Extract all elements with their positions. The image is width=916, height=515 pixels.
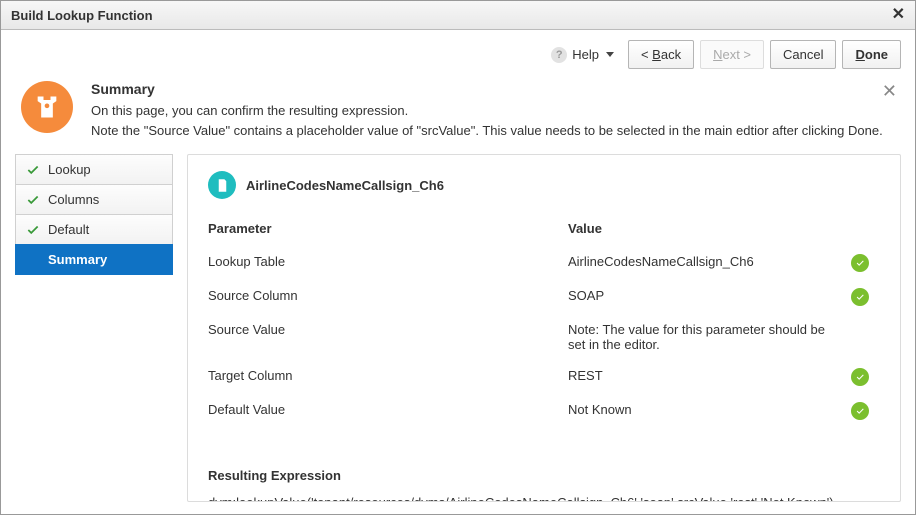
- resulting-expression: dvm:lookupValue('tenant/resources/dvms/A…: [208, 495, 880, 502]
- wizard-step-label: Default: [48, 222, 89, 237]
- param-value: Note: The value for this parameter shoul…: [568, 322, 840, 352]
- window-title: Build Lookup Function: [11, 8, 153, 23]
- check-icon: [26, 163, 40, 177]
- resulting-section: Resulting Expression dvm:lookupValue('te…: [208, 468, 880, 502]
- summary-badge-icon: [21, 81, 73, 133]
- help-label: Help: [572, 47, 599, 62]
- next-button: Next >: [700, 40, 764, 69]
- close-icon[interactable]: ✕: [892, 7, 905, 23]
- content-panel: AirlineCodesNameCallsign_Ch6 Parameter V…: [187, 154, 901, 502]
- back-button-label: B: [652, 47, 661, 62]
- titlebar: Build Lookup Function ✕: [1, 1, 915, 30]
- header-parameter: Parameter: [208, 221, 568, 236]
- param-status: [840, 254, 880, 272]
- done-button[interactable]: Done: [842, 40, 901, 69]
- toolbar: ? Help < Back Next > Cancel Done: [1, 30, 915, 75]
- ok-icon: [851, 368, 869, 386]
- param-value: Not Known: [568, 402, 840, 417]
- help-dropdown[interactable]: ? Help: [551, 47, 614, 63]
- param-name: Lookup Table: [208, 254, 568, 269]
- param-name: Target Column: [208, 368, 568, 383]
- param-row: Source ColumnSOAP: [208, 280, 880, 314]
- param-table-body: Lookup TableAirlineCodesNameCallsign_Ch6…: [208, 246, 880, 428]
- lookup-table-name: AirlineCodesNameCallsign_Ch6: [246, 178, 444, 193]
- help-icon: ?: [551, 47, 567, 63]
- chevron-down-icon: [606, 52, 614, 57]
- param-row: Lookup TableAirlineCodesNameCallsign_Ch6: [208, 246, 880, 280]
- param-name: Source Column: [208, 288, 568, 303]
- check-icon: [26, 193, 40, 207]
- check-icon: [26, 223, 40, 237]
- wizard-steps: Lookup Columns Default Summary: [1, 154, 173, 514]
- wizard-step-label: Columns: [48, 192, 99, 207]
- header-value: Value: [568, 221, 840, 236]
- ok-icon: [851, 402, 869, 420]
- param-name: Default Value: [208, 402, 568, 417]
- param-row: Source ValueNote: The value for this par…: [208, 314, 880, 360]
- content-header: AirlineCodesNameCallsign_Ch6: [208, 171, 880, 199]
- wizard-step-label: Summary: [48, 252, 107, 267]
- param-table-header: Parameter Value: [208, 217, 880, 246]
- param-row: Target ColumnREST: [208, 360, 880, 394]
- ok-icon: [851, 288, 869, 306]
- param-value: AirlineCodesNameCallsign_Ch6: [568, 254, 840, 269]
- document-icon: [208, 171, 236, 199]
- cancel-button[interactable]: Cancel: [770, 40, 836, 69]
- summary-panel: Summary On this page, you can confirm th…: [1, 75, 915, 154]
- summary-text: Summary On this page, you can confirm th…: [91, 81, 883, 140]
- summary-heading: Summary: [91, 81, 883, 97]
- param-value: SOAP: [568, 288, 840, 303]
- param-row: Default ValueNot Known: [208, 394, 880, 428]
- param-name: Source Value: [208, 322, 568, 337]
- param-value: REST: [568, 368, 840, 383]
- dismiss-summary-icon[interactable]: ✕: [882, 81, 897, 102]
- summary-line1: On this page, you can confirm the result…: [91, 101, 883, 121]
- wizard-step-default[interactable]: Default: [15, 214, 173, 244]
- back-button[interactable]: < Back: [628, 40, 694, 69]
- resulting-heading: Resulting Expression: [208, 468, 880, 483]
- wizard-step-lookup[interactable]: Lookup: [15, 154, 173, 184]
- next-button-label: N: [713, 47, 722, 62]
- done-button-label: D: [855, 47, 864, 62]
- summary-line2: Note the "Source Value" contains a place…: [91, 121, 883, 141]
- param-status: [840, 402, 880, 420]
- body: Lookup Columns Default Summary AirlineCodes…: [1, 154, 915, 514]
- wizard-step-label: Lookup: [48, 162, 91, 177]
- wizard-step-summary[interactable]: Summary: [15, 244, 173, 275]
- param-status: [840, 288, 880, 306]
- ok-icon: [851, 254, 869, 272]
- param-status: [840, 368, 880, 386]
- wizard-step-columns[interactable]: Columns: [15, 184, 173, 214]
- dialog: Build Lookup Function ✕ ? Help < Back Ne…: [0, 0, 916, 515]
